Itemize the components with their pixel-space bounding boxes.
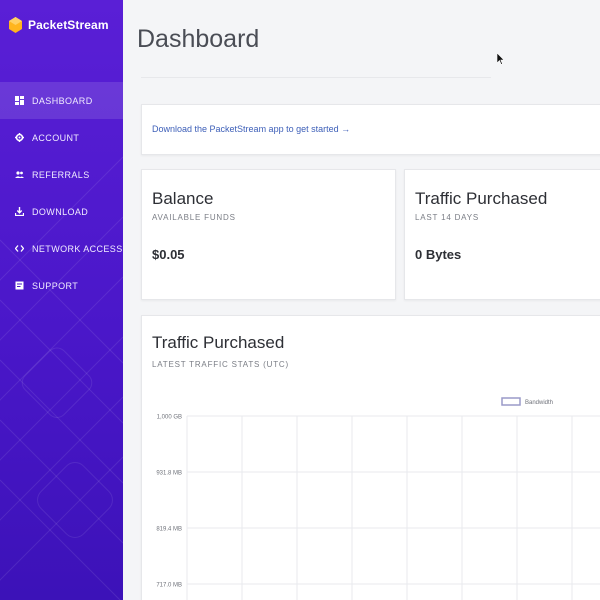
main-content: Dashboard Download the PacketStream app …: [123, 0, 600, 600]
code-icon: [15, 245, 24, 252]
traffic-title: Traffic Purchased: [415, 189, 548, 208]
page-title: Dashboard: [137, 25, 260, 53]
mouse-cursor-icon: [497, 53, 504, 65]
sidebar-item-label: SUPPORT: [32, 280, 79, 291]
brand-logo-icon: [9, 17, 22, 33]
balance-subtitle: AVAILABLE FUNDS: [152, 213, 236, 222]
y-tick-label: 931.8 MB: [156, 471, 182, 477]
download-banner: Download the PacketStream app to get sta…: [141, 104, 600, 155]
y-tick-label: 1,000 GB: [157, 415, 182, 421]
sidebar-item-referrals[interactable]: REFERRALS: [0, 156, 123, 193]
sidebar-item-label: REFERRALS: [32, 169, 90, 180]
title-divider: [141, 77, 491, 78]
users-icon: [15, 171, 24, 178]
legend-label: Bandwidth: [525, 400, 553, 406]
sidebar-item-dashboard[interactable]: DASHBOARD: [0, 82, 123, 119]
sidebar-item-support[interactable]: SUPPORT: [0, 267, 123, 304]
traffic-value: 0 Bytes: [415, 247, 462, 262]
traffic-chart-card: Traffic Purchased LATEST TRAFFIC STATS (…: [141, 315, 600, 600]
balance-title: Balance: [152, 189, 214, 208]
legend-swatch: [501, 397, 521, 406]
dashboard-icon: [15, 96, 24, 105]
download-app-link[interactable]: Download the PacketStream app to get sta…: [152, 124, 350, 134]
gear-icon: [15, 133, 24, 142]
sidebar-item-download[interactable]: DOWNLOAD: [0, 193, 123, 230]
download-icon: [15, 207, 24, 216]
sidebar-nav: DASHBOARD ACCOUNT REFERRALS DOWNLOAD NET…: [0, 82, 123, 304]
traffic-chart: 1,000 GB 931.8 MB 819.4 MB 717.0 MB Bandwidt…: [156, 397, 600, 600]
support-icon: [15, 281, 24, 290]
sidebar-item-label: DOWNLOAD: [32, 206, 89, 217]
sidebar-item-network-access[interactable]: NETWORK ACCESS: [0, 230, 123, 267]
y-tick-label: 819.4 MB: [156, 527, 182, 533]
traffic-subtitle: LAST 14 DAYS: [415, 213, 479, 222]
sidebar-item-account[interactable]: ACCOUNT: [0, 119, 123, 156]
sidebar: PacketStream DASHBOARD ACCOUNT REFERRALS: [0, 0, 123, 600]
traffic-card: Traffic Purchased LAST 14 DAYS 0 Bytes: [404, 169, 600, 300]
sidebar-item-label: ACCOUNT: [32, 132, 80, 143]
balance-card: Balance AVAILABLE FUNDS $0.05: [141, 169, 396, 300]
y-tick-label: 717.0 MB: [156, 583, 182, 589]
balance-value: $0.05: [152, 247, 185, 262]
brand-name: PacketStream: [28, 18, 109, 32]
brand[interactable]: PacketStream: [9, 17, 109, 33]
sidebar-item-label: DASHBOARD: [32, 95, 93, 106]
sidebar-item-label: NETWORK ACCESS: [32, 243, 123, 254]
